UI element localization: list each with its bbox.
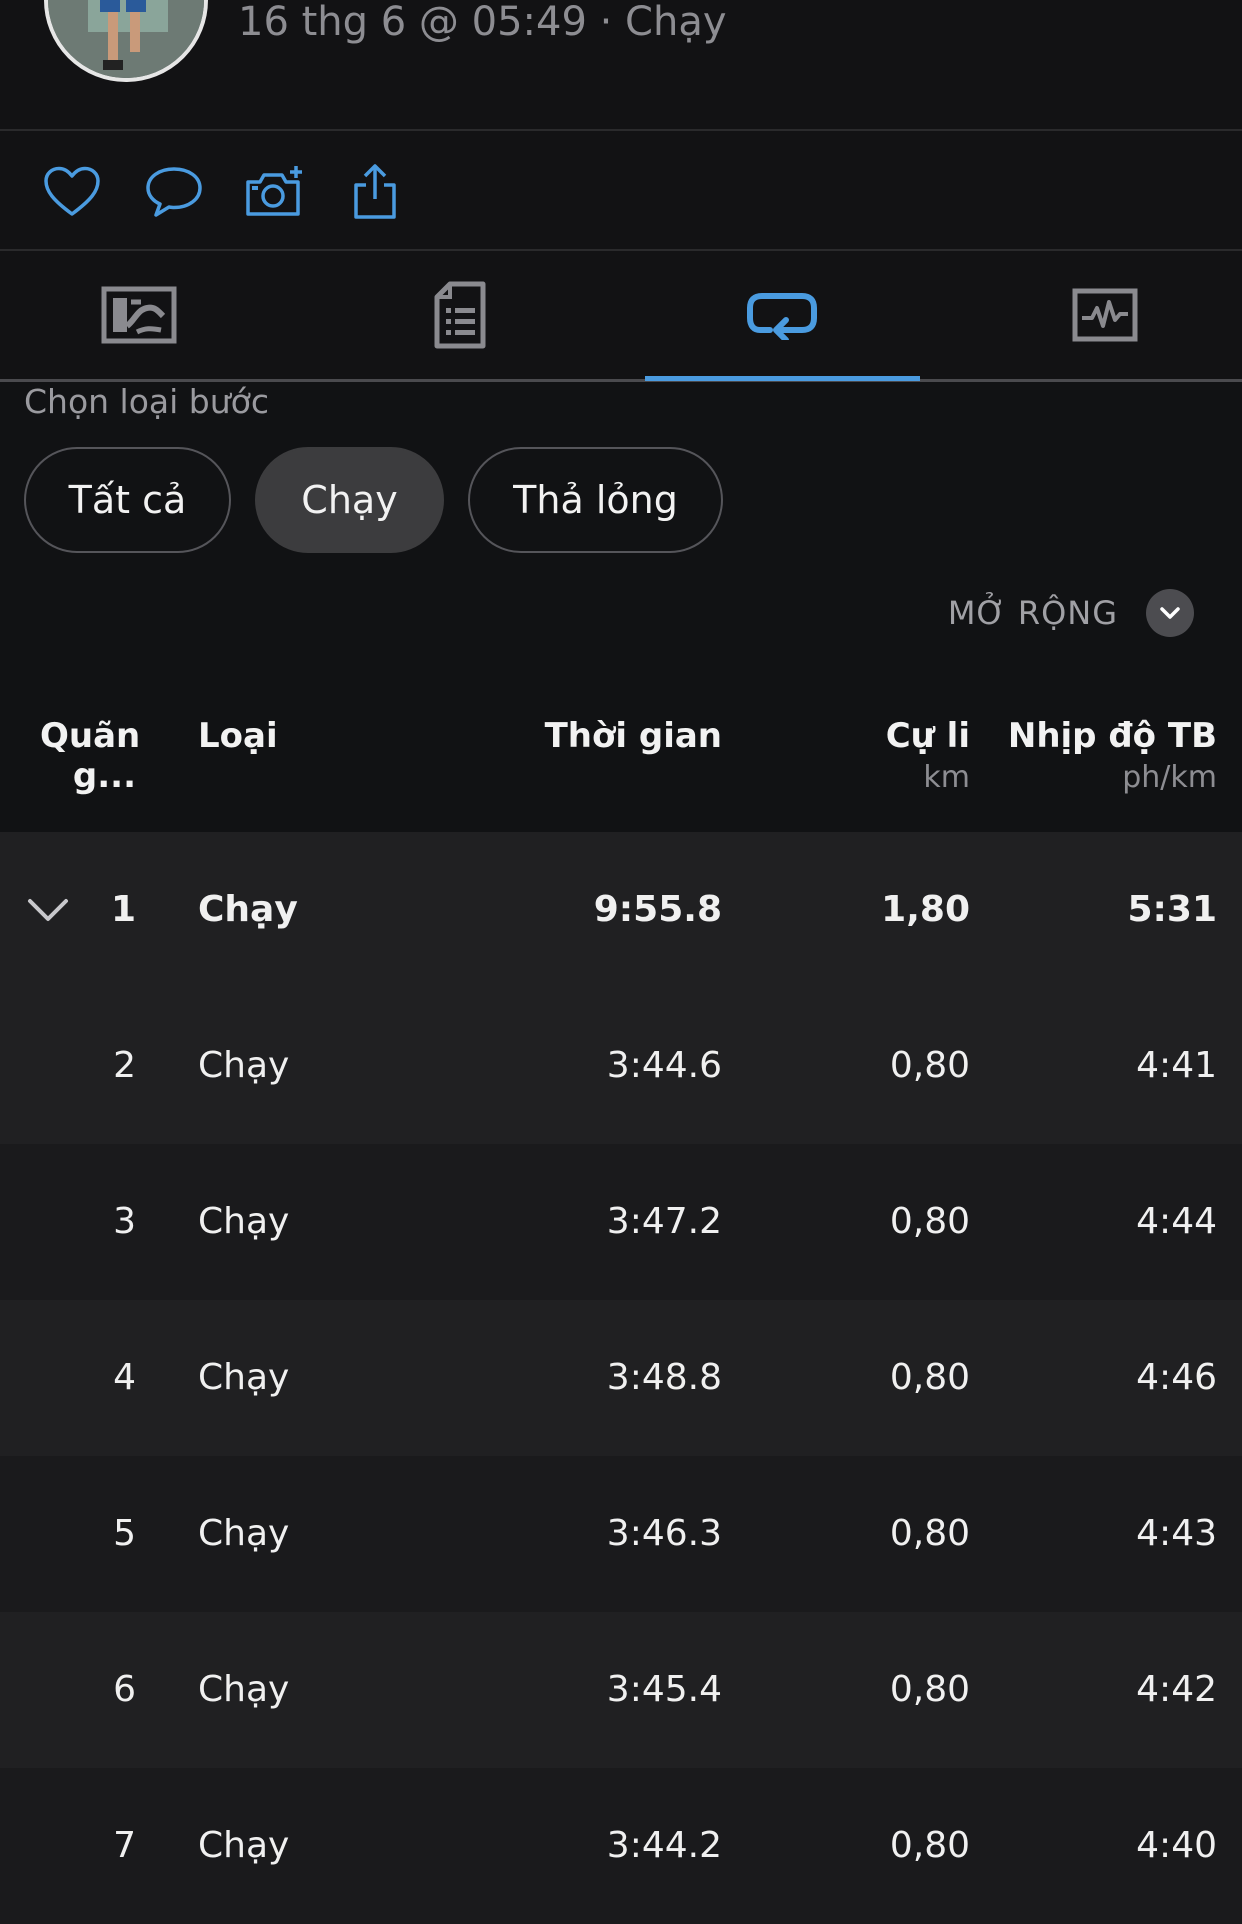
tab-charts[interactable] xyxy=(950,251,1242,379)
table-row[interactable]: 6 Chạy 3:45.4 0,80 4:42 xyxy=(0,1612,1242,1768)
lap-type: Chạy xyxy=(198,1357,290,1398)
lap-distance: 0,80 xyxy=(889,1357,970,1398)
lap-number: 5 xyxy=(113,1513,136,1554)
action-bar xyxy=(0,131,1242,251)
lap-time: 3:47.2 xyxy=(606,1201,722,1242)
activity-header: 16 thg 6 @ 05:49 · Chạy xyxy=(0,0,1242,131)
lap-distance: 0,80 xyxy=(889,1825,970,1866)
expand-label: MỞ RỘNG xyxy=(947,594,1118,632)
lap-number: 2 xyxy=(113,1045,136,1086)
header-pace-unit: ph/km xyxy=(1122,760,1217,795)
document-icon xyxy=(434,281,486,349)
tab-bar xyxy=(0,251,1242,382)
lap-type: Chạy xyxy=(198,1201,290,1242)
expand-button[interactable]: MỞ RỘNG xyxy=(948,588,1194,638)
map-icon xyxy=(101,286,177,344)
lap-pace: 4:42 xyxy=(1136,1669,1217,1710)
comment-icon[interactable] xyxy=(143,161,205,223)
lap-type: Chạy xyxy=(198,1045,290,1086)
header-distance-label: Cự li xyxy=(885,716,970,756)
lap-time: 3:44.6 xyxy=(606,1045,722,1086)
header-lap-line1: Quãn xyxy=(40,716,141,756)
lap-type: Chạy xyxy=(198,1513,290,1554)
header-pace[interactable]: Nhịp độ TB ph/km xyxy=(990,716,1217,798)
laps-table-header: Quãn g... Loại Thời gian Cự li km Nhịp đ… xyxy=(0,700,1242,832)
tab-details[interactable] xyxy=(305,251,615,379)
header-pace-label: Nhịp độ TB xyxy=(1007,716,1217,756)
step-type-label: Chọn loại bước xyxy=(24,382,269,421)
chip-cooldown[interactable]: Thả lỏng xyxy=(468,447,723,553)
lap-distance: 0,80 xyxy=(889,1045,970,1086)
header-distance-unit: km xyxy=(923,760,970,795)
lap-type: Chạy xyxy=(198,1669,290,1710)
table-row[interactable]: 7 Chạy 3:44.2 0,80 4:40 xyxy=(0,1768,1242,1924)
lap-number: 4 xyxy=(113,1357,136,1398)
lap-pace: 4:40 xyxy=(1136,1825,1217,1866)
lap-time: 3:48.8 xyxy=(606,1357,722,1398)
table-row[interactable]: 1 Chạy 9:55.8 1,80 5:31 xyxy=(0,832,1242,988)
header-time[interactable]: Thời gian xyxy=(522,716,722,756)
avatar[interactable] xyxy=(44,0,208,82)
activity-meta: 16 thg 6 @ 05:49 · Chạy xyxy=(238,0,727,45)
camera-add-icon[interactable] xyxy=(244,161,306,223)
lap-pace: 4:46 xyxy=(1136,1357,1217,1398)
tab-laps[interactable] xyxy=(627,251,937,379)
heart-icon[interactable] xyxy=(41,161,103,223)
lap-time: 3:44.2 xyxy=(606,1825,722,1866)
lap-number: 7 xyxy=(113,1825,136,1866)
share-icon[interactable] xyxy=(344,161,406,223)
tab-map[interactable] xyxy=(0,251,294,379)
table-row[interactable]: 2 Chạy 3:44.6 0,80 4:41 xyxy=(0,988,1242,1144)
lap-distance: 0,80 xyxy=(889,1201,970,1242)
header-type[interactable]: Loại xyxy=(198,716,278,756)
lap-pace: 4:41 xyxy=(1136,1045,1217,1086)
table-row[interactable]: 5 Chạy 3:46.3 0,80 4:43 xyxy=(0,1456,1242,1612)
table-row[interactable]: 4 Chạy 3:48.8 0,80 4:46 xyxy=(0,1300,1242,1456)
lap-distance: 0,80 xyxy=(889,1513,970,1554)
lap-number: 1 xyxy=(110,889,136,930)
lap-distance: 1,80 xyxy=(881,889,970,930)
table-row[interactable]: 3 Chạy 3:47.2 0,80 4:44 xyxy=(0,1144,1242,1300)
lap-type: Chạy xyxy=(198,1825,290,1866)
chevron-down-icon[interactable] xyxy=(26,832,70,988)
header-lap-line2: g... xyxy=(72,756,136,796)
avatar-photo xyxy=(48,0,204,78)
lap-distance: 0,80 xyxy=(889,1669,970,1710)
chip-all[interactable]: Tất cả xyxy=(24,447,231,553)
header-distance[interactable]: Cự li km xyxy=(820,716,970,798)
lap-number: 6 xyxy=(113,1669,136,1710)
chevron-down-icon xyxy=(1146,589,1194,637)
lap-pace: 4:43 xyxy=(1136,1513,1217,1554)
header-lap[interactable]: Quãn g... xyxy=(40,716,140,796)
lap-type: Chạy xyxy=(198,889,298,930)
chip-run[interactable]: Chạy xyxy=(255,447,444,553)
chart-icon xyxy=(1072,288,1138,342)
lap-number: 3 xyxy=(113,1201,136,1242)
lap-time: 3:45.4 xyxy=(606,1669,722,1710)
lap-time: 9:55.8 xyxy=(593,889,722,930)
laps-icon xyxy=(747,293,817,340)
active-tab-indicator xyxy=(645,376,920,381)
lap-pace: 5:31 xyxy=(1127,889,1217,930)
lap-pace: 4:44 xyxy=(1136,1201,1217,1242)
lap-time: 3:46.3 xyxy=(606,1513,722,1554)
